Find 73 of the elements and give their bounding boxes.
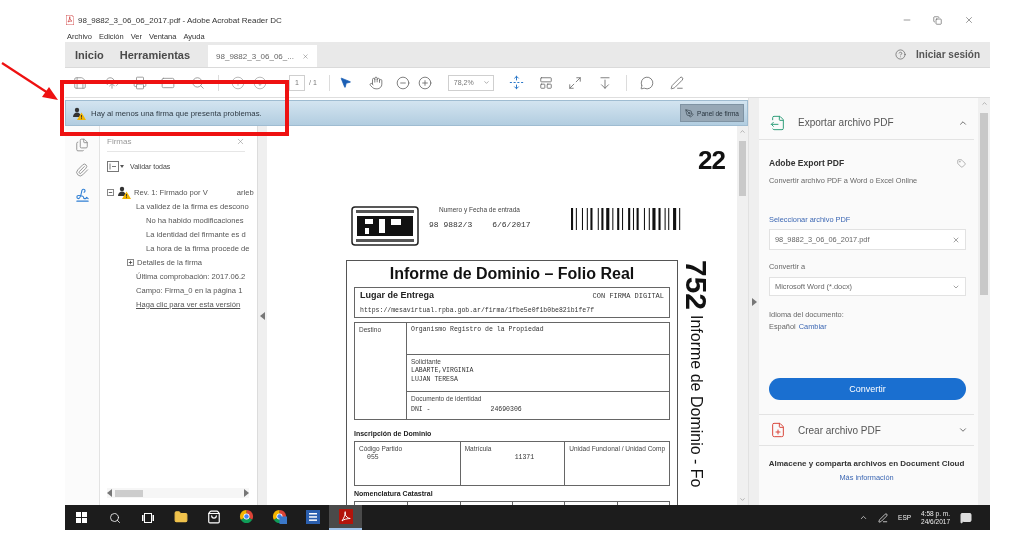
- cloud-upload-icon[interactable]: [105, 75, 119, 90]
- page-number: 22: [698, 146, 725, 174]
- print-icon[interactable]: [133, 75, 147, 90]
- search-icon[interactable]: [191, 75, 205, 90]
- signature-icon[interactable]: [74, 188, 90, 203]
- chevron-up-icon[interactable]: [859, 513, 869, 522]
- registry-logo-drawing: [351, 206, 419, 246]
- mail-icon[interactable]: [161, 75, 175, 90]
- page-layout-icon[interactable]: [538, 75, 553, 90]
- panel-collapse-handle[interactable]: [258, 126, 267, 505]
- arrow-down-from-line-icon[interactable]: [597, 75, 612, 90]
- vertical-title: Informe de Dominio - Fo: [686, 315, 706, 488]
- fit-page-icon[interactable]: [508, 75, 524, 90]
- cloud-message: Almacene y comparta archivos en Document Cloud: [768, 458, 965, 469]
- pages-icon[interactable]: [75, 138, 89, 152]
- task-view-icon[interactable]: [141, 512, 154, 523]
- comment-icon[interactable]: [639, 75, 654, 90]
- panel-collapse-handle[interactable]: [749, 98, 759, 505]
- scrollbar-thumb[interactable]: [739, 141, 746, 196]
- zoom-out-icon[interactable]: [395, 75, 410, 90]
- hand-icon[interactable]: [368, 75, 383, 90]
- scroll-right-icon[interactable]: [244, 489, 249, 497]
- report-title: Informe de Dominio – Folio Real: [388, 264, 636, 284]
- clear-icon[interactable]: [952, 235, 960, 244]
- create-file-icon: [770, 422, 786, 438]
- search-icon[interactable]: [108, 511, 121, 524]
- section-header[interactable]: Crear archivo PDF: [759, 414, 974, 446]
- caret-right-icon[interactable]: [751, 297, 757, 306]
- help-icon[interactable]: [895, 49, 907, 60]
- save-icon[interactable]: [73, 75, 87, 90]
- vertical-number: 752: [679, 260, 713, 311]
- section-header[interactable]: Exportar archivo PDF: [759, 98, 974, 140]
- browser-shortcut-app-icon: [272, 509, 287, 524]
- shopping-bag-app-icon: [206, 509, 221, 524]
- caret-left-icon[interactable]: [260, 311, 265, 320]
- notifications-icon[interactable]: [960, 511, 972, 524]
- entry-date: 6/6/2017: [492, 220, 531, 229]
- panel-title: Firmas: [107, 137, 132, 147]
- delivery-label: Lugar de Entrega: [360, 290, 434, 300]
- export-file-icon: [770, 114, 786, 131]
- nav-tab[interactable]: Herramientas: [111, 42, 199, 67]
- zoom-in-icon[interactable]: [417, 75, 432, 90]
- caret-icon: [482, 79, 490, 86]
- paperclip-icon[interactable]: [75, 163, 89, 177]
- collapse-toggle-icon[interactable]: [107, 188, 114, 196]
- full-screen-icon[interactable]: [567, 75, 582, 90]
- restore-icon: [933, 15, 942, 25]
- entry-number: 98 9882/3: [429, 220, 473, 229]
- previous-page-icon[interactable]: [231, 75, 245, 90]
- signature-warning-icon: [117, 185, 131, 199]
- window-title: 98_9882_3_06_06_2017.pdf - Adobe Acrobat Reader DC: [78, 15, 282, 25]
- document-app-icon: [305, 509, 320, 524]
- start-icon[interactable]: [76, 512, 87, 523]
- list-dropdown-icon[interactable]: [107, 161, 125, 172]
- expand-toggle-icon[interactable]: [127, 258, 134, 266]
- close-icon: [963, 15, 974, 25]
- pen-icon[interactable]: [669, 75, 684, 90]
- pointer-icon[interactable]: [338, 76, 352, 89]
- convert-button[interactable]: Convertir: [769, 378, 966, 400]
- signature-warning-icon: [72, 106, 86, 120]
- pen-tool-icon: [685, 108, 695, 118]
- nav-tab[interactable]: Inicio: [67, 42, 112, 67]
- scrollbar-thumb[interactable]: [115, 489, 143, 497]
- browser-app-icon: [239, 509, 254, 524]
- document-tab[interactable]: 98_9882_3_06_06_...: [208, 45, 317, 67]
- folder-app-icon: [173, 509, 188, 524]
- service-name: Adobe Export PDF: [769, 158, 845, 168]
- scroll-left-icon[interactable]: [107, 489, 112, 497]
- next-page-icon[interactable]: [253, 75, 267, 90]
- pdf-reader-app-icon: [338, 509, 353, 524]
- sign-in-link[interactable]: Iniciar sesión: [916, 49, 980, 60]
- scrollbar-thumb[interactable]: [980, 113, 988, 295]
- tag-icon: [957, 158, 966, 168]
